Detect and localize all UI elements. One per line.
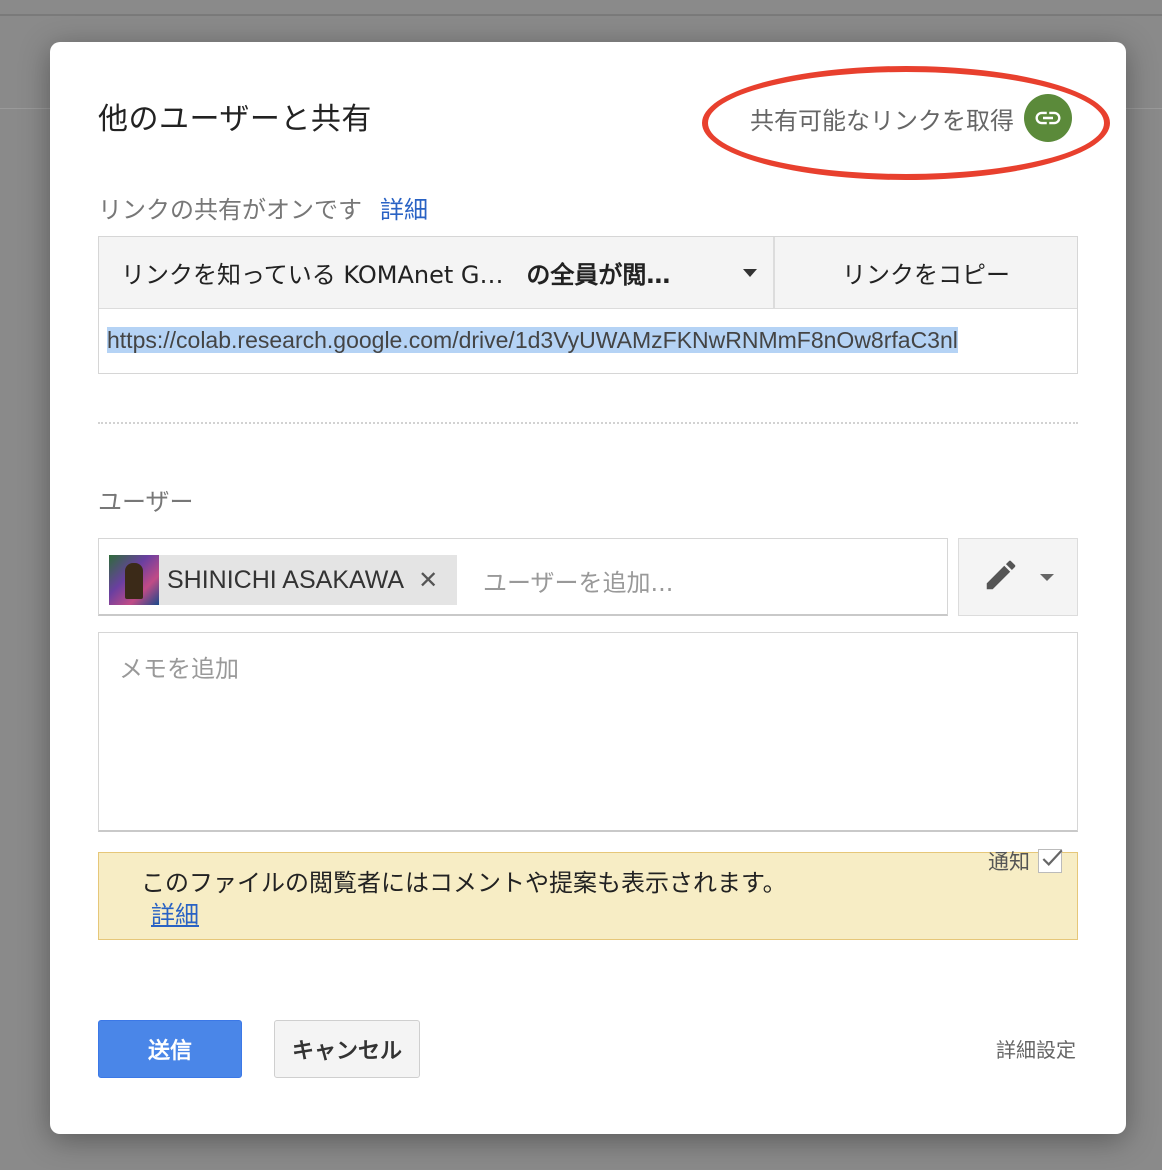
notify-toggle: 通知 [988,846,1063,876]
cancel-button[interactable]: キャンセル [274,1020,420,1078]
link-icon [1024,94,1072,142]
user-chip-name: SHINICHI ASAKAWA [167,565,405,594]
caret-down-icon [743,269,757,277]
user-input-field[interactable]: SHINICHI ASAKAWA ✕ ユーザーを追加... [98,538,948,616]
link-sharing-detail-link[interactable]: 詳細 [380,196,428,224]
user-chip: SHINICHI ASAKAWA ✕ [109,555,457,605]
background-divider [0,14,1162,16]
advanced-settings-link[interactable]: 詳細設定 [996,1034,1076,1063]
remove-user-icon[interactable]: ✕ [418,566,438,594]
notify-checkbox[interactable] [1038,849,1063,873]
pencil-icon [982,556,1020,598]
link-sharing-status: リンクの共有がオンです 詳細 [98,190,428,225]
chevron-down-icon [1040,573,1054,581]
copy-link-button[interactable]: リンクをコピー [775,237,1077,309]
permission-dropdown-button[interactable] [958,538,1078,616]
link-access-dropdown[interactable]: リンクを知っている KOMAnet G… の全員が閲… [99,237,775,309]
share-dialog: 他のユーザーと共有 共有可能なリンクを取得 リンクの共有がオンです 詳細 リンクを… [50,42,1126,1134]
send-button[interactable]: 送信 [98,1020,242,1078]
link-settings-box: リンクを知っている KOMAnet G… の全員が閲… リンクをコピー http… [98,236,1078,374]
section-divider [98,422,1078,424]
memo-placeholder: メモを追加 [119,655,239,683]
notify-label: 通知 [988,850,1030,874]
share-url-field[interactable]: https://colab.research.google.com/drive/… [107,327,1067,355]
link-access-prefix: リンクを知っている KOMAnet G… [121,261,504,289]
notice-text: このファイルの閲覧者にはコメントや提案も表示されます。 [141,869,787,897]
add-user-placeholder: ユーザーを追加... [483,569,674,597]
memo-textarea[interactable]: メモを追加 [98,632,1078,832]
background-divider [0,108,52,109]
link-access-text: リンクを知っている KOMAnet G… の全員が閲… [121,255,670,290]
link-sharing-status-text: リンクの共有がオンです [98,196,362,224]
dialog-title: 他のユーザーと共有 [98,102,372,137]
link-access-suffix: の全員が閲… [526,261,671,289]
users-section-label: ユーザー [98,488,194,516]
viewer-comment-notice: このファイルの閲覧者にはコメントや提案も表示されます。 詳細 [98,852,1078,940]
background-divider [1126,108,1162,109]
get-shareable-link-label: 共有可能なリンクを取得 [750,106,1014,135]
avatar [109,555,159,605]
get-shareable-link-button[interactable]: 共有可能なリンクを取得 [750,94,1072,142]
share-url-text: https://colab.research.google.com/drive/… [107,327,958,353]
check-icon [1042,849,1063,866]
notice-detail-link[interactable]: 詳細 [151,895,199,930]
